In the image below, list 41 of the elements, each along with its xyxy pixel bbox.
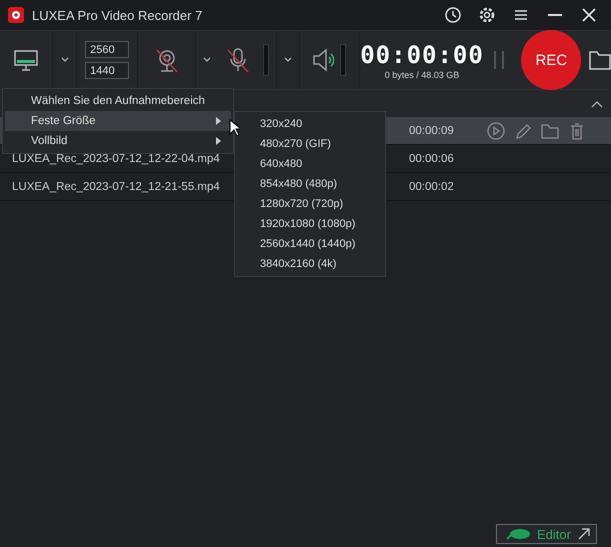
menu-item[interactable]: 1280x720 (720p)	[235, 194, 385, 214]
menu-item[interactable]: 3840x2160 (4k)	[235, 254, 385, 274]
microphone-icon[interactable]	[225, 47, 252, 73]
microphone-level-meter	[263, 44, 270, 76]
storage-info: 0 bytes / 48.03 GB	[384, 70, 460, 80]
duration: 00:00:09	[409, 124, 454, 136]
height-field[interactable]: 1440	[85, 62, 130, 79]
menu-item[interactable]: 1920x1080 (1080p)	[235, 214, 385, 234]
menu-item[interactable]: Vollbild	[5, 131, 231, 151]
collapse-icon[interactable]	[591, 100, 603, 108]
menu-item[interactable]: 854x480 (480p)	[235, 174, 385, 194]
dropdown-caret-icon[interactable]	[60, 57, 68, 63]
dropdown-caret-icon[interactable]	[203, 57, 212, 63]
width-field[interactable]: 2560	[85, 41, 130, 58]
speaker-icon[interactable]	[312, 47, 334, 73]
mouse-pointer-icon	[229, 119, 240, 136]
menu-item[interactable]: 640x480	[235, 154, 385, 174]
dropdown-caret-icon[interactable]	[284, 57, 292, 63]
menu-item[interactable]: 480x270 (GIF)	[235, 134, 385, 154]
speaker-level-meter	[340, 44, 346, 76]
external-arrow-icon	[578, 528, 590, 540]
folder-icon[interactable]	[588, 49, 611, 71]
menu-item[interactable]: Feste Größe	[5, 111, 231, 131]
menu-item[interactable]: 2560x1440 (1440p)	[235, 234, 385, 254]
trash-icon[interactable]	[568, 122, 586, 140]
play-icon[interactable]	[487, 122, 505, 140]
file-name: LUXEA_Rec_2023-07-12_12-21-55.mp4	[12, 180, 220, 192]
submenu-arrow-icon	[216, 117, 221, 125]
window-title: LUXEA Pro Video Recorder 7	[32, 8, 204, 22]
webcam-icon[interactable]	[154, 47, 180, 73]
recording-timer: 00:00:00	[360, 40, 484, 70]
duration: 00:00:06	[409, 152, 454, 164]
screen-icon[interactable]	[14, 50, 38, 70]
blob-icon	[505, 528, 531, 540]
duration: 00:00:02	[409, 180, 454, 192]
record-button[interactable]: REC	[521, 30, 582, 90]
file-name: LUXEA_Rec_2023-07-12_12-22-04.mp4	[12, 152, 220, 164]
pencil-icon[interactable]	[514, 122, 532, 140]
submenu-arrow-icon	[216, 137, 221, 145]
editor-button[interactable]: Editor	[496, 524, 597, 544]
app-logo-icon	[8, 7, 24, 23]
